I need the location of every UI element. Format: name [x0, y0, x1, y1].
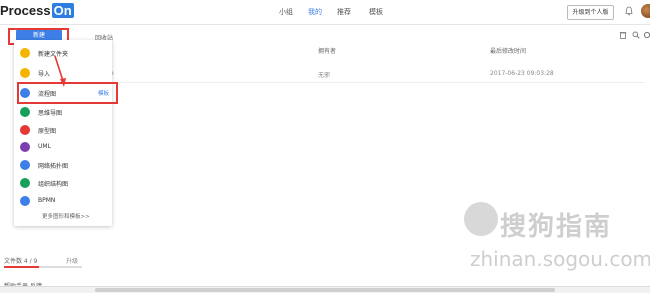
menu-item-org-chart[interactable]: 组织结构图 — [20, 175, 112, 191]
row-modified: 2017-06-23 09:03:28 — [490, 70, 554, 77]
column-last-modified[interactable]: 最后修改时间 — [490, 46, 526, 55]
menu-item-label: 新建文件夹 — [38, 51, 69, 58]
nav-recommend[interactable]: 推荐 — [337, 7, 351, 17]
nav-templates[interactable]: 模板 — [369, 7, 383, 17]
upgrade-personal-button[interactable]: 升级到个人版 — [567, 5, 614, 20]
scrollbar-thumb[interactable] — [95, 288, 555, 292]
settings-icon[interactable] — [643, 31, 650, 39]
menu-item-prototype[interactable]: 原型图 — [20, 122, 112, 138]
file-quota-label: 文件数 4 / 9 — [4, 258, 38, 265]
menu-item-mindmap[interactable]: 思维导图 — [20, 104, 112, 120]
menu-item-new-folder[interactable]: 新建文件夹 — [20, 45, 112, 61]
menu-item-label: BPMN — [38, 197, 56, 204]
nav-mine[interactable]: 我的 — [308, 7, 322, 17]
import-icon — [20, 68, 30, 78]
row-divider — [112, 82, 645, 83]
menu-item-label: 导入 — [38, 71, 51, 78]
trash-icon[interactable] — [619, 31, 627, 39]
flowchart-highlight — [17, 82, 118, 104]
org-chart-icon — [20, 178, 30, 188]
logo-text: Process — [0, 3, 51, 18]
menu-item-uml[interactable]: UML — [20, 139, 112, 155]
uml-icon — [20, 142, 30, 152]
sogou-watermark-logo — [464, 202, 498, 236]
folder-icon — [20, 48, 30, 58]
top-header: Process On 小组 我的 推荐 模板 升级到个人版 — [0, 0, 650, 25]
user-avatar[interactable] — [641, 4, 650, 18]
network-topology-icon — [20, 160, 30, 170]
menu-item-bpmn[interactable]: BPMN — [20, 193, 112, 209]
mindmap-icon — [20, 107, 30, 117]
new-dropdown-menu: 新建文件夹 导入 流程图 模板 思维导图 原型图 UML 网络拓扑图 组织结构图… — [14, 40, 112, 226]
menu-item-label: UML — [38, 143, 51, 150]
nav-group[interactable]: 小组 — [279, 7, 293, 17]
prototype-icon — [20, 125, 30, 135]
file-quota-bar — [4, 266, 82, 268]
row-owner: 无邪 — [318, 72, 331, 79]
watermark-en: zhinan.sogou.com — [470, 247, 650, 271]
logo-on-badge: On — [51, 3, 74, 18]
search-icon[interactable] — [632, 31, 640, 39]
menu-item-label: 网络拓扑图 — [38, 163, 69, 170]
processon-logo[interactable]: Process On — [0, 3, 74, 18]
menu-item-label: 组织结构图 — [38, 181, 69, 188]
column-owner[interactable]: 拥有者 — [318, 46, 336, 55]
bpmn-icon — [20, 196, 30, 206]
menu-item-label: 原型图 — [38, 128, 57, 135]
menu-item-label: 思维导图 — [38, 110, 63, 117]
bell-icon[interactable] — [625, 6, 633, 16]
watermark-cn: 搜狗指南 — [500, 212, 613, 242]
menu-item-import[interactable]: 导入 — [20, 65, 112, 81]
quota-upgrade-link[interactable]: 升级 — [66, 256, 78, 265]
more-shapes-link[interactable]: 更多图形和模板>> — [42, 212, 90, 220]
file-quota-bar-fill — [4, 266, 39, 268]
menu-item-network-topology[interactable]: 网络拓扑图 — [20, 157, 112, 173]
